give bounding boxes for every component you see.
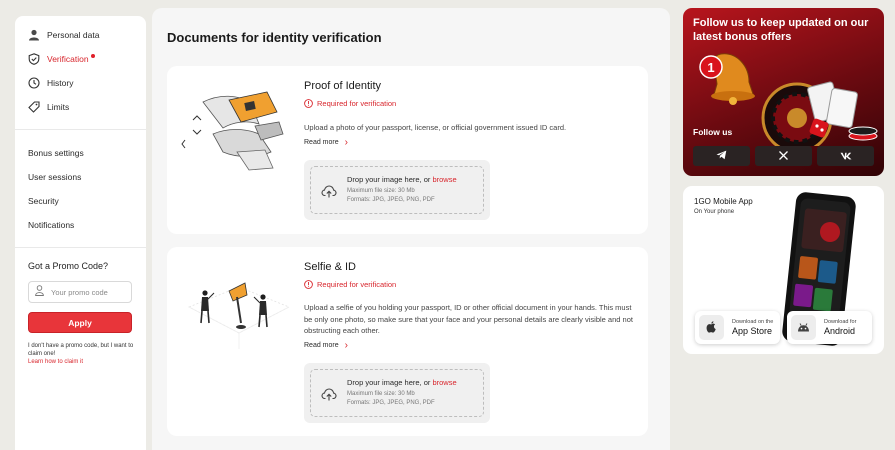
apply-button[interactable]: Apply — [28, 312, 132, 333]
sidebar-item-label: Bonus settings — [28, 148, 84, 158]
promo-code-input[interactable] — [51, 287, 131, 297]
sidebar-item-security[interactable]: Security — [28, 196, 59, 206]
sidebar-item-user-sessions[interactable]: User sessions — [28, 172, 81, 182]
x-button[interactable] — [755, 146, 812, 166]
max-file-size: Maximum file size: 30 Mb — [347, 391, 415, 397]
sidebar-item-bonus-settings[interactable]: Bonus settings — [28, 148, 84, 158]
clock-icon — [28, 77, 40, 89]
telegram-button[interactable] — [693, 146, 750, 166]
app-store-big: App Store — [732, 326, 773, 336]
promo-note: I don't have a promo code, but I want to… — [28, 343, 134, 357]
proof-of-identity-card: Proof of Identity Required for verificat… — [167, 66, 648, 234]
sidebar-item-label: Limits — [47, 102, 70, 112]
app-title: 1GO Mobile App — [694, 197, 753, 206]
dropzone-border: Drop your image here, or browse Maximum … — [310, 369, 484, 417]
chevron-right-icon: › — [344, 137, 348, 148]
card-title: Selfie & ID — [304, 261, 356, 273]
required-badge: Required for verification — [304, 280, 396, 289]
badge-number: 1 — [707, 60, 714, 75]
app-store-button[interactable]: Download on the App Store — [695, 311, 780, 344]
vk-icon — [840, 147, 852, 165]
sidebar-item-label: Personal data — [47, 30, 100, 40]
android-icon — [791, 315, 816, 340]
main-content: Documents for identity verification Proo… — [152, 8, 670, 450]
sidebar-item-label: History — [47, 78, 74, 88]
sidebar-item-limits[interactable]: Limits — [28, 101, 69, 113]
drop-text: Drop your image here, or — [347, 378, 433, 387]
mobile-app-banner: 1GO Mobile App On Your phone Download on… — [683, 186, 884, 354]
android-small: Download for — [824, 319, 857, 325]
cloud-upload-icon — [321, 183, 337, 199]
upload-dropzone[interactable]: Drop your image here, or browse Maximum … — [304, 363, 490, 423]
divider — [15, 247, 146, 248]
read-more-label: Read more — [304, 139, 339, 146]
telegram-icon — [716, 147, 727, 165]
selfie-and-id-card: Selfie & ID Required for verification Up… — [167, 247, 648, 436]
browse-link[interactable]: browse — [432, 175, 456, 184]
promo-title: Got a Promo Code? — [28, 261, 109, 271]
shield-check-icon — [28, 53, 40, 65]
max-file-size: Maximum file size: 30 Mb — [347, 188, 415, 194]
sidebar-item-label: Security — [28, 196, 59, 206]
app-store-small: Download on the — [732, 319, 774, 325]
browse-link[interactable]: browse — [432, 378, 456, 387]
card-description: Upload a photo of your passport, license… — [304, 123, 567, 132]
upload-dropzone[interactable]: Drop your image here, or browse Maximum … — [304, 160, 490, 220]
chevron-right-icon: › — [344, 340, 348, 351]
sidebar-item-label: Verification — [47, 54, 89, 64]
learn-claim-link[interactable]: Learn how to claim it — [28, 359, 83, 365]
dropzone-border: Drop your image here, or browse Maximum … — [310, 166, 484, 214]
sidebar-item-label: User sessions — [28, 172, 82, 182]
banner-title: Follow us to keep updated on our latest … — [693, 17, 869, 43]
card-description: Upload a selfie of you holding your pass… — [304, 303, 633, 335]
android-big: Android — [824, 326, 856, 336]
notification-dot — [90, 53, 95, 58]
read-more-link[interactable]: Read more › — [304, 340, 348, 351]
follow-us-label: Follow us — [693, 127, 733, 137]
vk-button[interactable] — [817, 146, 874, 166]
apple-icon — [699, 315, 724, 340]
required-badge: Required for verification — [304, 99, 396, 108]
alert-circle-icon — [304, 280, 313, 289]
alert-circle-icon — [304, 99, 313, 108]
drop-instructions: Drop your image here, or browse — [347, 175, 457, 184]
read-more-link[interactable]: Read more › — [304, 137, 348, 148]
sidebar-item-verification[interactable]: Verification — [28, 53, 95, 65]
sidebar-item-label: Notifications — [28, 220, 75, 230]
required-text: Required for verification — [317, 280, 397, 289]
sidebar-item-notifications[interactable]: Notifications — [28, 220, 74, 230]
divider — [15, 129, 146, 130]
app-subtitle: On Your phone — [694, 209, 735, 215]
read-more-label: Read more — [304, 342, 339, 349]
drop-text: Drop your image here, or — [347, 175, 433, 184]
tag-icon — [28, 101, 40, 113]
sidebar-item-personal-data[interactable]: Personal data — [28, 29, 99, 41]
android-text: Download for Android — [824, 319, 856, 336]
social-bonus-banner: Follow us to keep updated on our latest … — [683, 8, 884, 176]
promo-code-field[interactable] — [28, 281, 132, 303]
android-button[interactable]: Download for Android — [787, 311, 872, 344]
file-formats: Formats: JPG, JPEG, PNG, PDF — [347, 197, 435, 203]
account-sidebar: Personal data Verification History Limit… — [15, 16, 146, 450]
cloud-upload-icon — [321, 386, 337, 402]
page-title: Documents for identity verification — [167, 30, 382, 45]
user-icon — [35, 283, 44, 301]
drop-instructions: Drop your image here, or browse — [347, 378, 457, 387]
file-formats: Formats: JPG, JPEG, PNG, PDF — [347, 400, 435, 406]
card-title: Proof of Identity — [304, 80, 382, 92]
x-icon — [779, 147, 788, 165]
selfie-illustration — [179, 267, 299, 357]
app-store-text: Download on the App Store — [732, 319, 773, 336]
required-text: Required for verification — [317, 99, 397, 108]
user-icon — [28, 29, 40, 41]
sidebar-item-history[interactable]: History — [28, 77, 73, 89]
id-card-illustration — [179, 82, 299, 172]
